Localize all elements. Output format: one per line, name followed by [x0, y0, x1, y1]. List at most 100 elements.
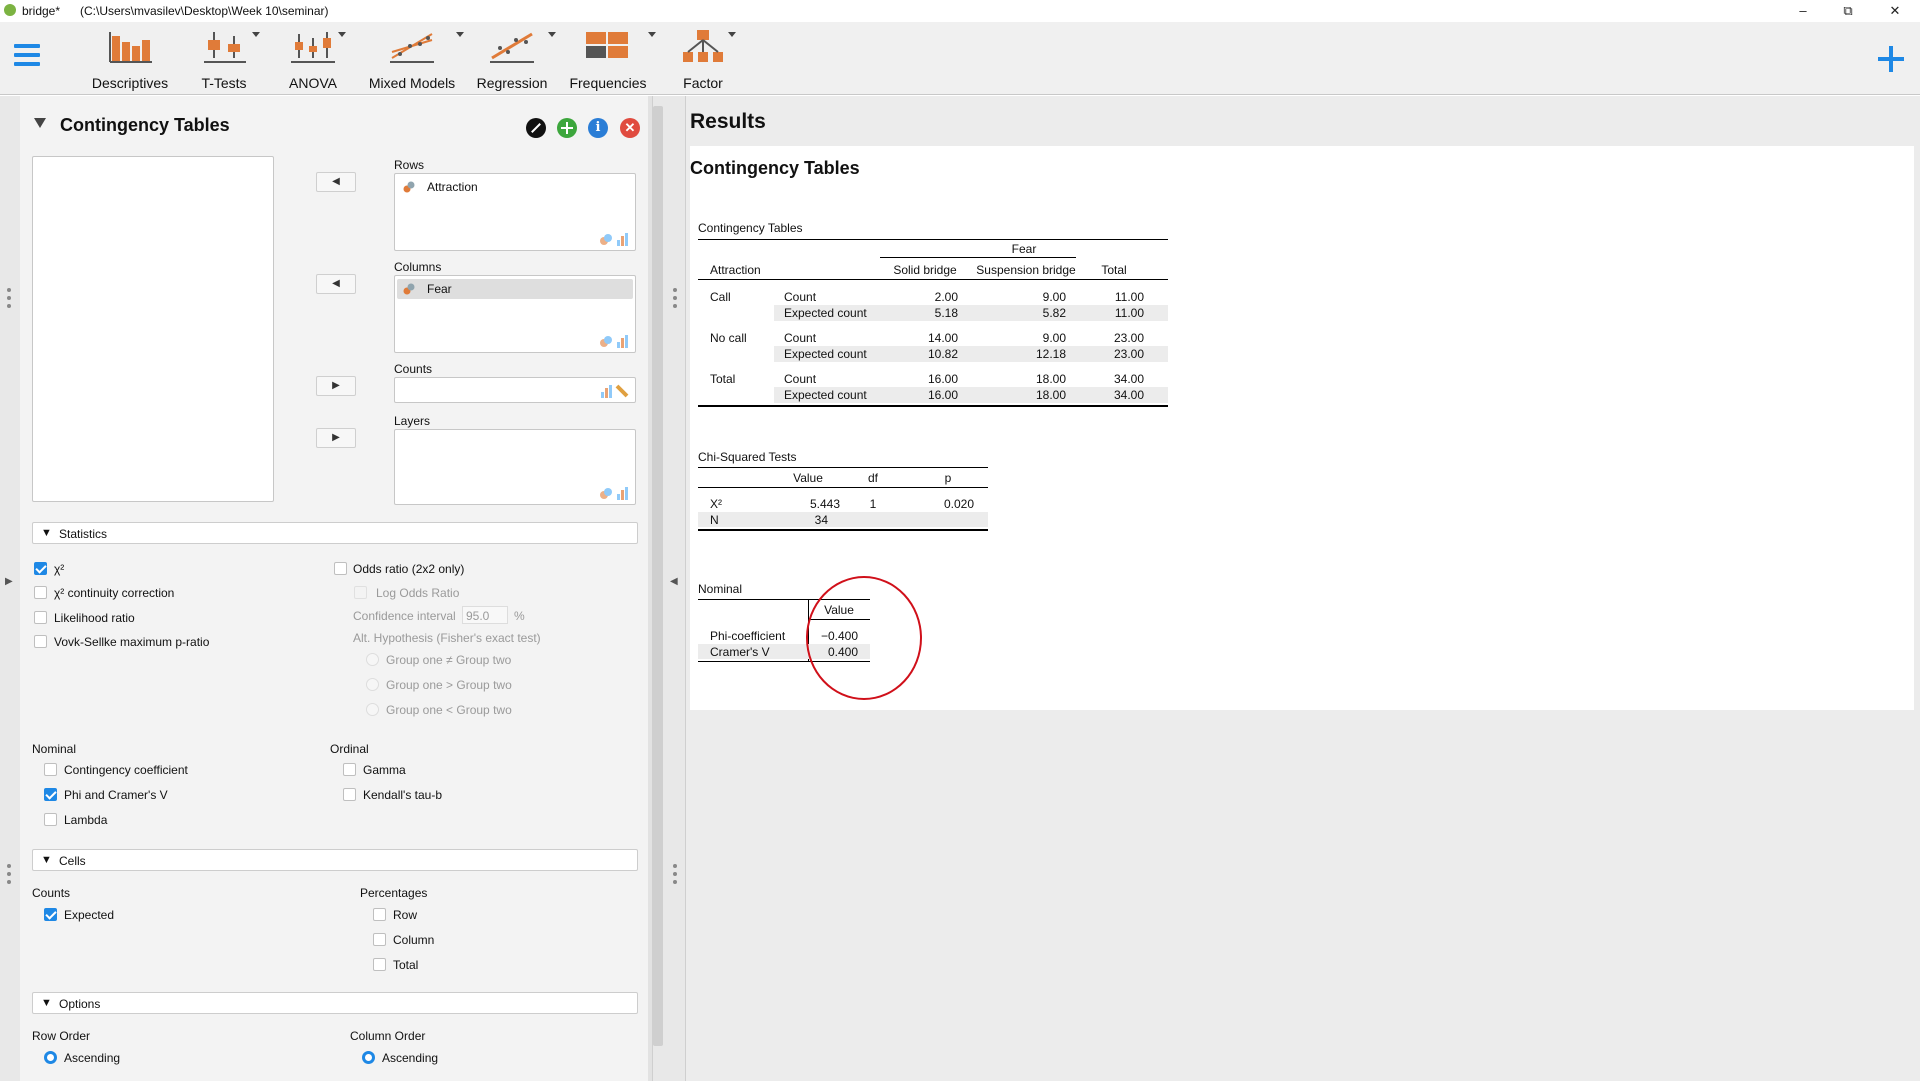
kendall-tau-b-checkbox[interactable] [343, 788, 356, 801]
panel-splitter[interactable]: ◀ [652, 96, 686, 1081]
dropdown-arrow-icon [456, 32, 464, 37]
window-path: (C:\Users\mvasilev\Desktop\Week 10\semin… [80, 4, 329, 18]
ribbon: Descriptives T-Tests ANOVA Mixed Models … [0, 22, 1920, 95]
row-stat-label: Count [784, 331, 817, 345]
remove-analysis-icon[interactable]: ✕ [620, 118, 640, 138]
table-caption: Chi-Squared Tests [698, 450, 797, 464]
row-percent-label: Row [393, 908, 418, 922]
layers-dropzone[interactable] [394, 429, 636, 505]
table-cell: 16.00 [927, 388, 958, 402]
collapse-analysis-icon[interactable] [34, 118, 46, 128]
chi2-continuity-checkbox[interactable] [34, 586, 47, 599]
column-order-ascending-radio[interactable] [362, 1051, 375, 1064]
menu-icon[interactable] [14, 44, 40, 70]
row-percent-checkbox[interactable] [373, 908, 386, 921]
vovk-sellke-checkbox[interactable] [34, 635, 47, 648]
results-sheet: Contingency Tables Contingency Tables Fe… [690, 146, 1914, 710]
available-variables-list[interactable] [32, 156, 274, 502]
row-group-label: No call [710, 331, 747, 345]
minimize-button[interactable]: – [1788, 2, 1818, 20]
section-title: Statistics [59, 527, 108, 541]
drag-handle-icon[interactable] [7, 864, 12, 890]
columns-dropzone[interactable]: Fear [394, 275, 636, 353]
data-panel-collapsed[interactable]: ▶ [0, 96, 20, 1081]
drag-handle-icon[interactable] [673, 288, 678, 314]
group-neq-radio[interactable] [366, 653, 379, 666]
row-variable-header: Attraction [710, 263, 761, 277]
ribbon-anova[interactable]: ANOVA [288, 28, 346, 91]
ribbon-mixed-models[interactable]: Mixed Models [368, 28, 464, 91]
edit-title-icon[interactable] [526, 118, 546, 138]
confidence-interval-input[interactable]: 95.0 [462, 606, 508, 624]
move-counts-button[interactable]: ▶ [316, 376, 356, 396]
lambda-checkbox[interactable] [44, 813, 57, 826]
cells-section-header[interactable]: ▼ Cells [32, 849, 638, 871]
table-cell: 0.020 [943, 497, 974, 511]
table-cell: 23.00 [1113, 331, 1144, 345]
analysis-scrollbar-thumb[interactable] [653, 106, 663, 1046]
rows-variable-name: Attraction [427, 180, 478, 194]
columns-variable-name: Fear [427, 282, 452, 296]
rows-dropzone[interactable]: Attraction [394, 173, 636, 251]
expected-checkbox[interactable] [44, 908, 57, 921]
group-lt-label: Group one < Group two [386, 703, 512, 717]
chi2-continuity-label: χ² continuity correction [54, 586, 175, 600]
allowed-types-icon [600, 335, 628, 348]
table-caption: Nominal [698, 582, 743, 596]
row-stat-label: Count [784, 290, 817, 304]
ribbon-label: Frequencies [569, 75, 647, 91]
ribbon-descriptives[interactable]: Descriptives [90, 28, 170, 91]
log-odds-checkbox[interactable] [354, 586, 367, 599]
counts-dropzone[interactable] [394, 377, 636, 403]
group-lt-radio[interactable] [366, 703, 379, 716]
ribbon-t-tests[interactable]: T-Tests [196, 28, 260, 91]
rows-variable[interactable]: Attraction [397, 177, 633, 197]
odds-ratio-checkbox[interactable] [334, 562, 347, 575]
ribbon-factor[interactable]: Factor [678, 28, 736, 91]
move-columns-button[interactable]: ◀ [316, 274, 356, 294]
layers-label: Layers [394, 414, 431, 428]
results-panel: Results Contingency Tables Contingency T… [686, 96, 1920, 1081]
group-gt-radio[interactable] [366, 678, 379, 691]
results-title: Results [690, 110, 766, 133]
ribbon-frequencies[interactable]: Frequencies [568, 28, 656, 91]
nominal-variable-icon [403, 283, 415, 295]
options-section-header[interactable]: ▼ Options [32, 992, 638, 1014]
move-rows-button[interactable]: ◀ [316, 172, 356, 192]
group-neq-label: Group one ≠ Group two [386, 653, 512, 667]
drag-handle-icon[interactable] [673, 864, 678, 890]
ribbon-label: Mixed Models [368, 75, 456, 91]
add-module-icon[interactable] [1878, 46, 1904, 72]
dropdown-arrow-icon [548, 32, 556, 37]
ribbon-regression[interactable]: Regression [476, 28, 556, 91]
restore-button[interactable]: ⧉ [1833, 2, 1863, 20]
total-percent-checkbox[interactable] [373, 958, 386, 971]
columns-variable[interactable]: Fear [397, 279, 633, 299]
move-layers-button[interactable]: ▶ [316, 428, 356, 448]
row-order-ascending-radio[interactable] [44, 1051, 57, 1064]
statistics-section-header[interactable]: ▼ Statistics [32, 522, 638, 544]
collapse-arrow-icon[interactable]: ◀ [670, 576, 678, 587]
chi2-checkbox[interactable] [34, 562, 47, 575]
lambda-label: Lambda [64, 813, 108, 827]
likelihood-ratio-checkbox[interactable] [34, 611, 47, 624]
row-label: Phi-coefficient [710, 629, 786, 643]
add-analysis-icon[interactable] [557, 118, 577, 138]
percent-unit: % [514, 609, 525, 623]
phi-cramers-v-checkbox[interactable] [44, 788, 57, 801]
table-cell: 34 [814, 513, 828, 527]
contingency-coefficient-checkbox[interactable] [44, 763, 57, 776]
info-icon[interactable]: i [588, 118, 608, 138]
row-label: Cramer's V [710, 645, 770, 659]
close-window-button[interactable]: ✕ [1880, 2, 1910, 20]
gamma-checkbox[interactable] [343, 763, 356, 776]
drag-handle-icon[interactable] [7, 288, 12, 314]
group-gt-label: Group one > Group two [386, 678, 512, 692]
collapse-arrow-icon: ▼ [41, 854, 52, 866]
table-cell: 10.82 [927, 347, 958, 361]
ordinal-label: Ordinal [330, 742, 369, 756]
ribbon-label: Descriptives [91, 75, 169, 91]
expand-arrow-icon[interactable]: ▶ [5, 576, 13, 587]
column-percent-checkbox[interactable] [373, 933, 386, 946]
ribbon-label: T-Tests [201, 75, 247, 91]
